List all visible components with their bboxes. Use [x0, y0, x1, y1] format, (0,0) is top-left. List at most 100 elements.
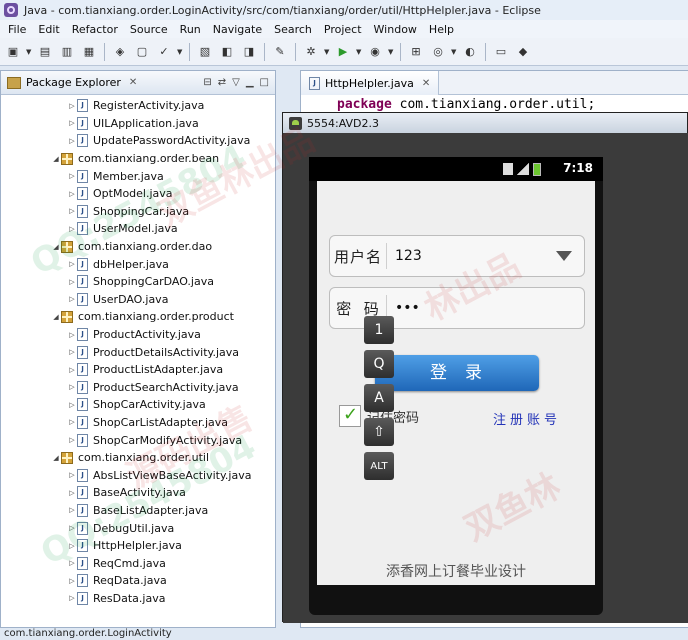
new-project-icon[interactable]: ▧: [196, 43, 214, 61]
expand-arrow-icon[interactable]: ◢: [51, 313, 61, 321]
menu-search[interactable]: Search: [268, 23, 318, 36]
close-icon[interactable]: ✕: [129, 77, 137, 88]
tree-file-row[interactable]: ▷ J UserModel.java: [1, 220, 275, 238]
collapse-arrow-icon[interactable]: ▷: [67, 489, 77, 497]
expand-arrow-icon[interactable]: ◢: [51, 243, 61, 251]
collapse-arrow-icon[interactable]: ▷: [67, 348, 77, 356]
collapse-arrow-icon[interactable]: ▷: [67, 225, 77, 233]
menu-project[interactable]: Project: [318, 23, 368, 36]
chevron-down-icon[interactable]: ▼: [356, 48, 362, 56]
tree-file-row[interactable]: ▷ J ShoppingCar.java: [1, 203, 275, 221]
save-all-icon[interactable]: ▥: [58, 43, 76, 61]
collapse-arrow-icon[interactable]: ▷: [67, 278, 77, 286]
collapse-arrow-icon[interactable]: ▷: [67, 190, 77, 198]
chevron-down-icon[interactable]: ▼: [26, 48, 32, 56]
key-q[interactable]: Q: [364, 350, 394, 378]
editor-tab-httphelpler[interactable]: J HttpHelpler.java ✕: [301, 71, 439, 95]
chevron-down-icon[interactable]: ▼: [388, 48, 394, 56]
collapse-arrow-icon[interactable]: ▷: [67, 102, 77, 110]
tree-file-row[interactable]: ▷ J ProductDetailsActivity.java: [1, 343, 275, 361]
menu-refactor[interactable]: Refactor: [66, 23, 124, 36]
tree-package-row[interactable]: ◢ com.tianxiang.order.util: [1, 449, 275, 467]
tree-file-row[interactable]: ▷ J BaseListAdapter.java: [1, 502, 275, 520]
external-tools-icon[interactable]: ◉: [366, 43, 384, 61]
menu-help[interactable]: Help: [423, 23, 460, 36]
save-icon[interactable]: ▤: [36, 43, 54, 61]
collapse-arrow-icon[interactable]: ▷: [67, 295, 77, 303]
maximize-icon[interactable]: □: [260, 77, 269, 88]
tree-file-row[interactable]: ▷ J UserDAO.java: [1, 291, 275, 309]
code-line[interactable]: package com.tianxiang.order.util;: [337, 97, 595, 112]
collapse-arrow-icon[interactable]: ▷: [67, 207, 77, 215]
menu-edit[interactable]: Edit: [32, 23, 65, 36]
run-icon[interactable]: ▶: [334, 43, 352, 61]
search-icon[interactable]: ◐: [461, 43, 479, 61]
tree-file-row[interactable]: ▷ J AbsListViewBaseActivity.java: [1, 466, 275, 484]
dropdown-arrow-icon[interactable]: [556, 251, 572, 261]
close-icon[interactable]: ✕: [422, 78, 430, 89]
collapse-arrow-icon[interactable]: ▷: [67, 331, 77, 339]
tree-file-row[interactable]: ▷ J ShopCarModifyActivity.java: [1, 431, 275, 449]
tree-file-row[interactable]: ▷ J Member.java: [1, 167, 275, 185]
minimize-icon[interactable]: ▁: [246, 77, 254, 88]
key-alt[interactable]: ALT: [364, 452, 394, 480]
tree-file-row[interactable]: ▷ J UILApplication.java: [1, 115, 275, 133]
menu-file[interactable]: File: [2, 23, 32, 36]
collapse-arrow-icon[interactable]: ▷: [67, 418, 77, 426]
tree-file-row[interactable]: ▷ J BaseActivity.java: [1, 484, 275, 502]
new-class-icon[interactable]: ◧: [218, 43, 236, 61]
collapse-arrow-icon[interactable]: ▷: [67, 137, 77, 145]
register-link[interactable]: 注册账号: [493, 409, 561, 428]
expand-arrow-icon[interactable]: ◢: [51, 454, 61, 462]
link-with-editor-icon[interactable]: ⇄: [218, 77, 226, 88]
tree-file-row[interactable]: ▷ J UpdatePasswordActivity.java: [1, 132, 275, 150]
collapse-arrow-icon[interactable]: ▷: [67, 471, 77, 479]
tree-package-row[interactable]: ◢ com.tianxiang.order.bean: [1, 150, 275, 168]
collapse-arrow-icon[interactable]: ▷: [67, 559, 77, 567]
collapse-arrow-icon[interactable]: ▷: [67, 436, 77, 444]
menu-window[interactable]: Window: [368, 23, 423, 36]
android-sdk-icon[interactable]: ◈: [111, 43, 129, 61]
annotation-icon[interactable]: ◆: [514, 43, 532, 61]
tree-file-row[interactable]: ▷ J ShopCarListAdapter.java: [1, 414, 275, 432]
tree-file-row[interactable]: ▷ J ShopCarActivity.java: [1, 396, 275, 414]
tree-file-row[interactable]: ▷ J ProductSearchActivity.java: [1, 379, 275, 397]
collapse-arrow-icon[interactable]: ▷: [67, 542, 77, 550]
tree-file-row[interactable]: ▷ J ShoppingCarDAO.java: [1, 273, 275, 291]
tree-file-row[interactable]: ▷ J RegisterActivity.java: [1, 97, 275, 115]
password-input[interactable]: •••: [395, 300, 584, 316]
collapse-arrow-icon[interactable]: ▷: [67, 401, 77, 409]
new-package-icon[interactable]: ⊞: [407, 43, 425, 61]
tree-file-row[interactable]: ▷ J ResData.java: [1, 590, 275, 608]
tree-file-row[interactable]: ▷ J DebugUtil.java: [1, 519, 275, 537]
menu-run[interactable]: Run: [174, 23, 207, 36]
avd-manager-icon[interactable]: ▢: [133, 43, 151, 61]
chevron-down-icon[interactable]: ▼: [451, 48, 457, 56]
key-1[interactable]: 1: [364, 316, 394, 344]
collapse-arrow-icon[interactable]: ▷: [67, 524, 77, 532]
view-menu-icon[interactable]: ▽: [232, 77, 240, 88]
open-type-icon[interactable]: ◎: [429, 43, 447, 61]
tree-file-row[interactable]: ▷ JdbHelper.java: [1, 255, 275, 273]
lint-icon[interactable]: ✓: [155, 43, 173, 61]
tree-package-row[interactable]: ◢ com.tianxiang.order.product: [1, 308, 275, 326]
chevron-down-icon[interactable]: ▼: [177, 48, 183, 56]
collapse-arrow-icon[interactable]: ▷: [67, 577, 77, 585]
username-input[interactable]: 123: [395, 248, 556, 264]
collapse-arrow-icon[interactable]: ▷: [67, 506, 77, 514]
menu-navigate[interactable]: Navigate: [207, 23, 268, 36]
tree-file-row[interactable]: ▷ J ProductActivity.java: [1, 326, 275, 344]
collapse-all-icon[interactable]: ⊟: [203, 77, 211, 88]
new-icon[interactable]: ▣: [4, 43, 22, 61]
collapse-arrow-icon[interactable]: ▷: [67, 172, 77, 180]
key-shift[interactable]: ⇧: [364, 418, 394, 446]
new-xml-icon[interactable]: ◨: [240, 43, 258, 61]
collapse-arrow-icon[interactable]: ▷: [67, 260, 77, 268]
key-a[interactable]: A: [364, 384, 394, 412]
emulator-titlebar[interactable]: 5554:AVD2.3: [283, 113, 687, 133]
tree-file-row[interactable]: ▷ J ReqData.java: [1, 572, 275, 590]
collapse-arrow-icon[interactable]: ▷: [67, 383, 77, 391]
expand-arrow-icon[interactable]: ◢: [51, 155, 61, 163]
tree-file-row[interactable]: ▷ J ReqCmd.java: [1, 554, 275, 572]
tree-file-row[interactable]: ▷ J OptModel.java: [1, 185, 275, 203]
